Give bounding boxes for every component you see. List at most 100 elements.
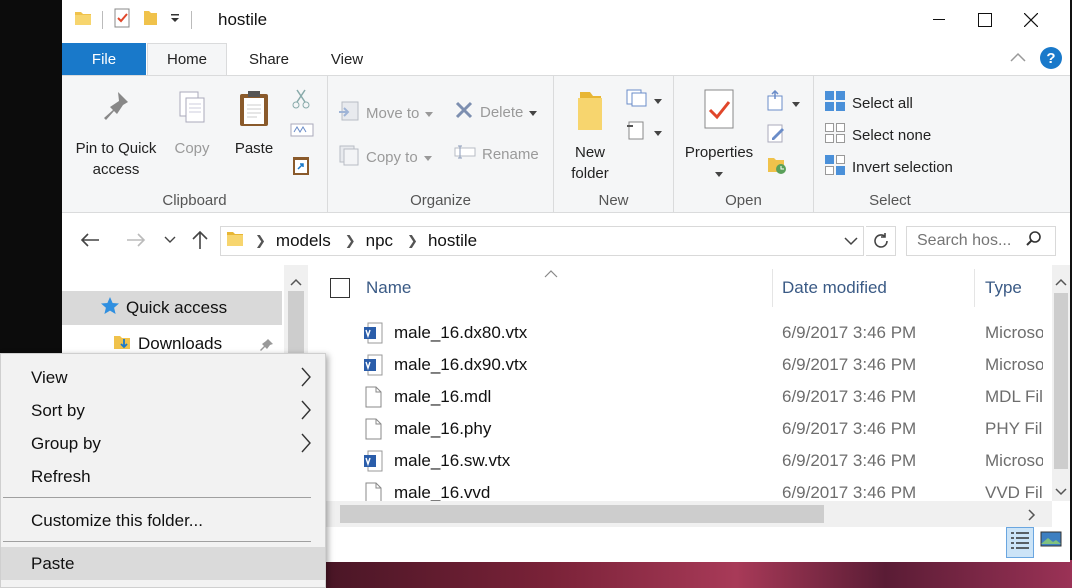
select-none-label: Select none: [852, 126, 932, 144]
breadcrumb-hostile[interactable]: hostile: [428, 231, 477, 251]
tab-home[interactable]: Home: [147, 43, 227, 75]
refresh-button[interactable]: [866, 226, 896, 256]
help-icon[interactable]: ?: [1040, 47, 1062, 69]
maximize-button[interactable]: [962, 0, 1008, 40]
select-all-checkbox[interactable]: [330, 265, 350, 311]
search-box[interactable]: [906, 226, 1056, 256]
column-divider[interactable]: [974, 269, 975, 307]
recent-locations-button[interactable]: [158, 229, 182, 251]
move-to-button[interactable]: Move to: [338, 100, 434, 126]
tab-share[interactable]: Share: [240, 43, 298, 75]
context-menu-view[interactable]: View: [1, 361, 325, 394]
pin-to-quick-access-button[interactable]: Pin to Quick access: [72, 88, 160, 180]
file-list-vertical-scrollbar[interactable]: [1052, 265, 1070, 501]
history-button[interactable]: [766, 154, 788, 180]
tab-view[interactable]: View: [320, 43, 374, 75]
column-header-name[interactable]: Name: [366, 265, 411, 311]
select-all-button[interactable]: Select all: [824, 90, 913, 116]
new-item-button[interactable]: [626, 88, 662, 112]
edit-button[interactable]: [766, 122, 786, 148]
breadcrumb-models[interactable]: models: [276, 231, 331, 251]
context-menu-customize-folder[interactable]: Customize this folder...: [1, 504, 325, 537]
address-bar[interactable]: ❯ models ❯ npc ❯ hostile: [220, 226, 864, 256]
scroll-up-icon[interactable]: [1055, 273, 1067, 291]
file-name[interactable]: male_16.dx80.vtx: [394, 317, 764, 349]
column-header-type[interactable]: Type: [985, 265, 1022, 311]
quick-access-toolbar: [74, 8, 192, 32]
new-item-icon: [626, 88, 648, 112]
scroll-up-icon[interactable]: [290, 273, 302, 291]
new-folder-button[interactable]: New folder: [560, 88, 620, 184]
breadcrumb-chevron-icon[interactable]: ❯: [407, 233, 418, 249]
open-group-label: Open: [725, 192, 762, 209]
select-group-label: Select: [869, 192, 911, 209]
back-button[interactable]: [78, 229, 102, 251]
copy-button[interactable]: Copy: [166, 88, 218, 159]
scroll-down-icon[interactable]: [1055, 483, 1067, 501]
select-none-button[interactable]: Select none: [824, 122, 931, 148]
clipboard-group-label: Clipboard: [162, 192, 227, 209]
file-list-horizontal-scrollbar[interactable]: [310, 501, 1052, 527]
address-dropdown-icon[interactable]: [838, 227, 864, 255]
submenu-arrow-icon: [299, 399, 313, 426]
invert-selection-button[interactable]: Invert selection: [824, 154, 953, 180]
file-row[interactable]: male_16.sw.vtx 6/9/2017 3:46 PM Microso: [310, 445, 1043, 477]
context-menu-group-by[interactable]: Group by: [1, 427, 325, 460]
copy-path-button[interactable]: [290, 122, 314, 142]
scroll-thumb[interactable]: [1054, 293, 1068, 469]
scroll-thumb[interactable]: [288, 291, 304, 355]
collapse-ribbon-icon[interactable]: [1008, 48, 1028, 68]
breadcrumb-chevron-icon[interactable]: ❯: [345, 233, 356, 249]
file-name[interactable]: male_16.dx90.vtx: [394, 349, 764, 381]
move-to-icon: [338, 100, 360, 126]
paste-shortcut-button[interactable]: [292, 154, 310, 180]
scroll-thumb[interactable]: [340, 505, 824, 523]
cut-button[interactable]: [290, 88, 312, 114]
menu-item-label: Paste: [31, 553, 75, 573]
file-row[interactable]: male_16.dx90.vtx 6/9/2017 3:46 PM Microso: [310, 349, 1043, 381]
file-name[interactable]: male_16.phy: [394, 413, 764, 445]
navigation-bar: ❯ models ❯ npc ❯ hostile: [62, 213, 1070, 265]
easy-access-button[interactable]: [626, 120, 662, 144]
file-type: MDL Fil: [985, 387, 1043, 406]
file-row[interactable]: male_16.phy 6/9/2017 3:46 PM PHY Fil: [310, 413, 1042, 445]
close-button[interactable]: [1008, 0, 1054, 40]
nav-item-label: Downloads: [138, 334, 223, 353]
properties-icon[interactable]: [113, 8, 131, 33]
context-menu-sort-by[interactable]: Sort by: [1, 394, 325, 427]
properties-button[interactable]: Properties: [682, 88, 756, 184]
file-name[interactable]: male_16.sw.vtx: [394, 445, 764, 477]
new-folder-icon[interactable]: [141, 9, 159, 32]
paste-button[interactable]: Paste: [226, 88, 282, 159]
file-date-modified: 6/9/2017 3:46 PM: [782, 355, 917, 374]
breadcrumb-chevron-icon[interactable]: ❯: [255, 233, 266, 249]
search-input[interactable]: [917, 232, 1025, 250]
file-row[interactable]: male_16.mdl 6/9/2017 3:46 PM MDL Fil: [310, 381, 1043, 413]
nav-item-quick-access[interactable]: Quick access: [62, 291, 282, 325]
column-header-date-modified[interactable]: Date modified: [782, 265, 887, 311]
select-none-icon: [824, 122, 846, 148]
rename-button[interactable]: Rename: [454, 144, 539, 164]
forward-button[interactable]: [124, 229, 148, 251]
open-icon: [766, 89, 786, 116]
properties-icon: [682, 88, 756, 138]
delete-icon: [454, 100, 474, 124]
file-type: Microso: [985, 355, 1043, 374]
breadcrumb-npc[interactable]: npc: [366, 231, 393, 251]
context-menu-refresh[interactable]: Refresh: [1, 460, 325, 493]
open-button[interactable]: [766, 89, 800, 116]
blank-file-icon: [362, 381, 384, 413]
scroll-right-icon[interactable]: [1028, 508, 1036, 526]
customize-toolbar-icon[interactable]: [169, 11, 181, 29]
minimize-button[interactable]: [916, 0, 962, 40]
file-name[interactable]: male_16.mdl: [394, 381, 764, 413]
delete-button[interactable]: Delete: [454, 100, 538, 124]
column-divider[interactable]: [772, 269, 773, 307]
context-menu-paste[interactable]: Paste: [1, 547, 325, 580]
tab-file[interactable]: File: [62, 43, 146, 75]
large-icons-view-icon[interactable]: [1038, 527, 1064, 558]
file-row[interactable]: male_16.dx80.vtx 6/9/2017 3:46 PM Microso: [310, 317, 1043, 349]
details-view-icon[interactable]: [1006, 527, 1034, 558]
up-button[interactable]: [188, 229, 212, 251]
copy-to-button[interactable]: Copy to: [338, 144, 432, 170]
